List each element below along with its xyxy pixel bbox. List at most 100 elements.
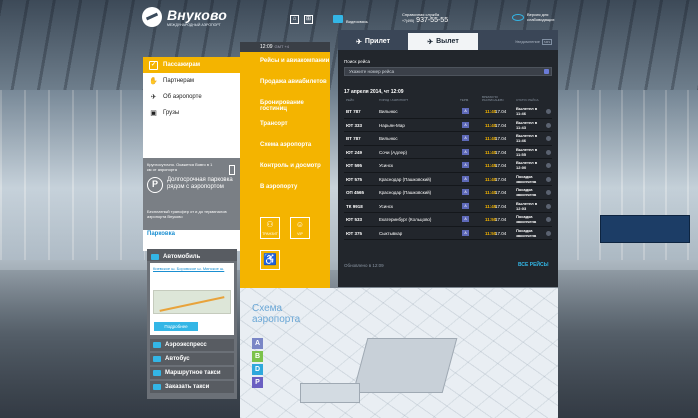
highway-links[interactable]: Киевское ш. Боровское ш. Минское ш. bbox=[150, 263, 234, 274]
flight-info-icon[interactable] bbox=[546, 176, 551, 182]
flight-city: Екатеринбург (Кольцово) bbox=[379, 217, 432, 222]
submenu-item-security[interactable]: Контроль и досмотр bbox=[240, 157, 330, 178]
flight-city: Краснодар (Пашковский) bbox=[379, 190, 432, 195]
airport-logo-icon bbox=[142, 7, 162, 27]
menu-item-cargo[interactable]: ▣ Грузы bbox=[143, 105, 240, 121]
submenu-item-transport[interactable]: Трансорт bbox=[240, 115, 330, 136]
flight-row[interactable]: ТК 9918 Усинск A 11:45 17.04 Вылетел в 12:03 bbox=[344, 200, 552, 213]
terminal-badge: A bbox=[462, 175, 469, 182]
terminal-d-badge[interactable]: D bbox=[252, 364, 263, 375]
tab-departures[interactable]: ✈ Вылет bbox=[408, 33, 478, 50]
tab-arrivals[interactable]: ✈ Прилет bbox=[338, 33, 408, 50]
parking-promo[interactable]: Круглосуточно. Окажется Вовго в 1 км от … bbox=[143, 158, 240, 230]
flight-row[interactable]: ЮТ 375 Сыктывкар A 11:50 17.04 Посадка законч… bbox=[344, 227, 552, 240]
flights-board: ✈ Прилет ✈ Вылет Уведомление SMS Поиск р… bbox=[338, 30, 558, 287]
background-signboard bbox=[600, 215, 690, 243]
site-logo[interactable]: Внуково МЕЖДУНАРОДНЫЙ АЭРОПОРТ bbox=[142, 7, 227, 27]
submenu-item-hotels[interactable]: Бронирование гостиниц bbox=[240, 94, 330, 115]
menu-item-about[interactable]: ✈ Об аэропорте bbox=[143, 89, 240, 105]
flight-row[interactable]: ЮТ 533 Екатеринбург (Кольцово) A 11:50 17.04… bbox=[344, 213, 552, 227]
flight-status: Вылетел в 11:43 bbox=[516, 119, 538, 130]
flight-date: 17.04 bbox=[495, 136, 507, 141]
menu-item-passengers[interactable]: ✓ Пассажирам bbox=[143, 57, 240, 73]
transport-aeroexpress[interactable]: Аэроэкспресс bbox=[150, 339, 234, 351]
flight-info-icon[interactable] bbox=[546, 122, 551, 128]
promo-text: Круглосуточно. Окажется Вовго в 1 км от … bbox=[147, 162, 213, 172]
bus-icon bbox=[153, 356, 161, 362]
sitemap-icon[interactable]: ⊞ bbox=[304, 15, 313, 24]
header-icons: ⌂ ⊞ bbox=[290, 15, 313, 24]
help-desk-phone: +7(495) 937-55-55 bbox=[402, 17, 449, 24]
flight-row[interactable]: ОП 4565 Краснодар (Пашковский) A 11:40 17.04… bbox=[344, 186, 552, 200]
flight-status: Вылетел в 11:46 bbox=[516, 106, 538, 116]
flight-info-icon[interactable] bbox=[546, 230, 551, 236]
flight-row[interactable]: ЮТ 333 Нарьян-Мар A 11:40 17.04 Вылетел в 11:… bbox=[344, 119, 552, 132]
low-vision-link[interactable]: Версия для слабовидящих bbox=[512, 12, 577, 22]
transport-bus[interactable]: Автобус bbox=[150, 353, 234, 365]
flight-city: Сыктывкар bbox=[379, 230, 403, 236]
submenu-item-at-airport[interactable]: В аэропорту bbox=[240, 178, 330, 199]
flight-status: Посадка закончена bbox=[516, 173, 537, 184]
flight-city: Краснодар (Пашковский) bbox=[379, 176, 432, 182]
flight-info-icon[interactable] bbox=[546, 203, 551, 209]
departure-icon: ✈ bbox=[427, 38, 434, 46]
plane-icon: ✈ bbox=[150, 93, 157, 101]
vip-icon[interactable]: ☺ VIP bbox=[290, 217, 310, 239]
more-details-button[interactable]: Подробнее bbox=[154, 322, 198, 331]
flight-info-icon[interactable] bbox=[546, 163, 551, 168]
eye-icon bbox=[512, 14, 524, 21]
flight-number: ЮТ 333 bbox=[346, 122, 363, 128]
arrival-icon: ✈ bbox=[355, 38, 362, 46]
parking-badge[interactable]: P bbox=[252, 377, 263, 388]
parking-link[interactable]: Парковка bbox=[147, 231, 175, 237]
terminal-b-badge[interactable]: B bbox=[252, 351, 263, 362]
terminal-badge: A bbox=[462, 202, 469, 209]
submenu-item-tickets[interactable]: Продажа авиабилетов bbox=[240, 73, 330, 94]
transport-taxi[interactable]: Заказать такси bbox=[150, 381, 234, 393]
flight-number: ЮТ 595 bbox=[346, 163, 363, 168]
flight-number: ОП 4565 bbox=[346, 190, 364, 195]
transit-icon[interactable]: ⚇ ТРАНЗИТ bbox=[260, 217, 280, 239]
submenu-item-scheme[interactable]: Схема аэропорта bbox=[240, 136, 330, 157]
flight-info-icon[interactable] bbox=[546, 149, 551, 155]
background-window-left bbox=[0, 90, 145, 260]
transport-car-header[interactable]: Автомобиль bbox=[147, 249, 237, 261]
home-icon[interactable]: ⌂ bbox=[290, 15, 299, 24]
local-time: 12:09 GMT +4 bbox=[240, 42, 330, 52]
flight-row[interactable]: ЮТ 575 Краснодар (Пашковский) A 11:40 17.04 П… bbox=[344, 173, 552, 186]
flight-status: Вылетел в 11:55 bbox=[516, 146, 538, 157]
flight-info-icon[interactable] bbox=[546, 190, 551, 195]
accessibility-icon[interactable]: ♿ bbox=[260, 250, 280, 270]
transport-shuttle[interactable]: Маршрутное такси bbox=[150, 367, 234, 379]
scheme-title: Схема аэропорта bbox=[252, 303, 301, 325]
flight-info-icon[interactable] bbox=[546, 217, 551, 222]
terminal-badge: A bbox=[462, 216, 469, 222]
flight-info-icon[interactable] bbox=[546, 109, 551, 114]
flight-city: Сочи (Адлер) bbox=[379, 149, 408, 155]
sms-notification[interactable]: Уведомление SMS bbox=[515, 33, 552, 50]
flight-status: Посадка закончена bbox=[516, 214, 537, 224]
flight-info-icon[interactable] bbox=[546, 136, 551, 141]
airport-scheme[interactable]: Схема аэропорта A B D P bbox=[240, 288, 558, 418]
flight-row[interactable]: ЮТ 595 Усинск A 11:45 17.04 Вылетел в 12:00 bbox=[344, 159, 552, 173]
menu-item-label: Пассажирам bbox=[163, 62, 201, 68]
flight-date: 17.04 bbox=[495, 149, 507, 155]
terminal-building bbox=[352, 338, 458, 393]
car-route-card: Киевское ш. Боровское ш. Минское ш. Подр… bbox=[150, 263, 234, 335]
car-icon bbox=[151, 253, 159, 260]
flight-row[interactable]: ВТ 787 Вильнюс A 11:40 17.04 Вылетел в 11:46 bbox=[344, 105, 552, 119]
route-map[interactable] bbox=[153, 290, 231, 314]
transport-widget: Автомобиль Киевское ш. Боровское ш. Минс… bbox=[147, 249, 237, 399]
flight-row[interactable]: ЮТ 249 Сочи (Адлер) A 11:40 17.04 Вылетел в 1… bbox=[344, 146, 552, 159]
terminal-a-badge[interactable]: A bbox=[252, 338, 263, 349]
terminal-badge: A bbox=[462, 229, 469, 236]
menu-item-partners[interactable]: ✋ Партнерам bbox=[143, 73, 240, 89]
all-flights-link[interactable]: ВСЕ РЕЙСЫ bbox=[518, 262, 549, 268]
flight-search-input[interactable]: Укажите номер рейса bbox=[344, 67, 552, 76]
flight-row[interactable]: ВТ 787 Вильнюс A 11:40 17.04 Вылетел в 11:46 bbox=[344, 132, 552, 146]
flight-city: Усинск bbox=[379, 203, 394, 209]
submenu-item-flights[interactable]: Рейсы и авиакомпании bbox=[240, 52, 330, 73]
video-call-link[interactable]: Видеосвязь bbox=[333, 13, 368, 24]
terminal-annex bbox=[300, 383, 360, 403]
terminal-badge: A bbox=[462, 189, 469, 195]
